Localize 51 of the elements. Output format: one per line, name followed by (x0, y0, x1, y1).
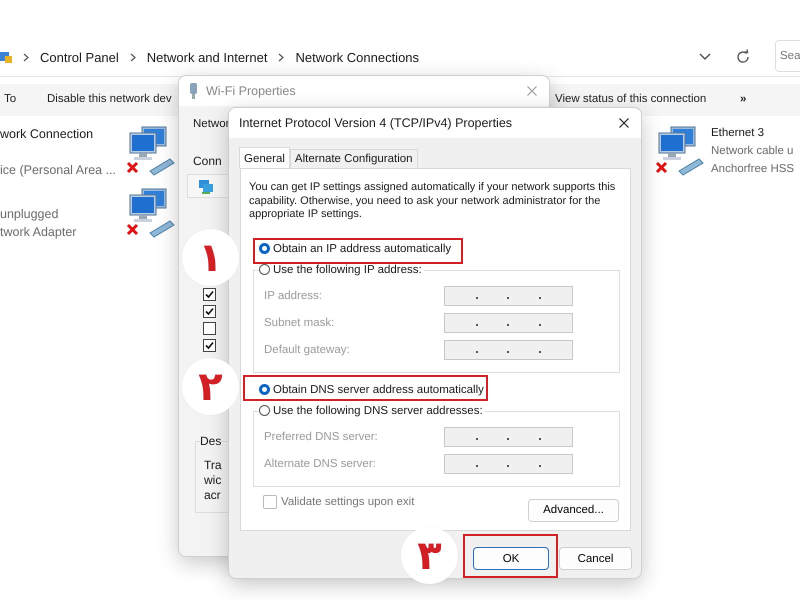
checkbox[interactable] (203, 305, 216, 318)
breadcrumb-item[interactable]: Control Panel (40, 50, 119, 64)
ip-address-field[interactable] (444, 427, 573, 447)
command-button[interactable]: To (4, 93, 16, 105)
close-icon[interactable] (619, 118, 629, 128)
adapter-icon (189, 83, 198, 99)
ip-address-field[interactable] (444, 313, 573, 333)
ip-address-field[interactable] (444, 286, 573, 306)
tab[interactable]: Alternate Configuration (290, 149, 418, 168)
breadcrumb-item[interactable]: Network and Internet (146, 50, 268, 64)
description-text: Tra (204, 458, 222, 472)
description-text: acr (204, 488, 221, 502)
breadcrumb-item[interactable]: Network Connections (295, 50, 420, 64)
connection-text: unplugged (0, 207, 58, 223)
tab[interactable]: Networ (193, 118, 230, 130)
field-label: Preferred DNS server: (264, 431, 378, 443)
connection-text: Network cable u (711, 145, 794, 159)
chevron-right-icon (130, 52, 136, 62)
description-text: wic (204, 473, 222, 487)
connection-text: Anchorfree HSS (711, 163, 794, 177)
connection-text: twork Adapter (0, 225, 76, 241)
refresh-icon[interactable] (735, 49, 751, 65)
chevron-right-icon (23, 52, 29, 62)
window-title: Internet Protocol Version 4 (TCP/IPv4) Properties (239, 116, 512, 130)
window-title: Wi-Fi Properties (206, 84, 296, 98)
field-label: Subnet mask: (264, 317, 334, 329)
field-label: Alternate DNS server: (264, 458, 376, 470)
checkbox[interactable] (203, 288, 216, 301)
command-button[interactable]: View status of this connection (555, 93, 706, 105)
ip-address-field[interactable] (444, 454, 573, 474)
chevron-right-icon (278, 52, 284, 62)
description-text: You can get IP settings assigned automatically if your network supports this capability. Otherwise, you need to ask your network administrator for the appropriate IP settings. (249, 181, 616, 222)
network-adapter-icon (198, 179, 214, 195)
control-panel-icon (0, 50, 12, 64)
connection-text: Ethernet 3 (711, 127, 764, 141)
command-button[interactable]: Disable this network dev (47, 93, 172, 105)
more-commands-button[interactable]: » (740, 93, 746, 105)
checkbox[interactable] (203, 322, 216, 335)
cancel-button[interactable]: Cancel (559, 547, 632, 570)
connect-using-label: Conn (193, 154, 222, 168)
ip-address-field[interactable] (444, 340, 573, 360)
checkbox[interactable] (203, 339, 216, 352)
connection-text: work Connection (0, 127, 94, 143)
field-label: IP address: (264, 290, 322, 302)
field-label: Default gateway: (264, 344, 350, 356)
connection-text: ice (Personal Area ... (0, 163, 116, 179)
tab[interactable]: General (239, 147, 290, 168)
chevron-down-icon[interactable] (699, 53, 711, 61)
advanced-button[interactable]: Advanced... (528, 498, 619, 522)
ok-button[interactable]: OK (473, 547, 549, 570)
group-label: Des (200, 434, 222, 448)
